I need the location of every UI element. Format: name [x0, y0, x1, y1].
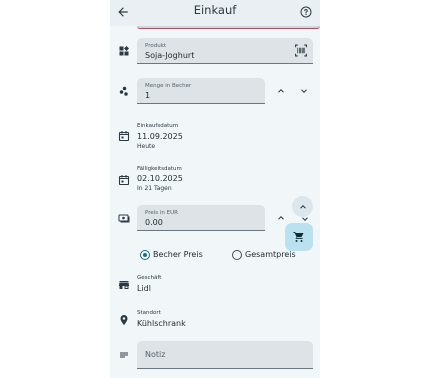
scatter-dots-icon: [119, 86, 128, 96]
shopping-cart-icon: [293, 232, 304, 242]
store-label: Geschäft: [137, 275, 162, 281]
note-field-placeholder: Notiz: [145, 350, 166, 359]
product-field[interactable]: Produkt Soja-Joghurt: [137, 38, 313, 64]
notes-icon: [120, 352, 128, 358]
price-field-label: Preis in EUR: [145, 210, 178, 216]
location-pin-icon: [120, 315, 128, 325]
calendar-icon: [118, 175, 130, 186]
quantity-increase-chevron-up-icon[interactable]: [276, 86, 286, 96]
money-icon: [118, 214, 130, 223]
store-value: Lidl: [137, 284, 151, 293]
radio-total-price[interactable]: [232, 250, 242, 260]
purchase-date-value: 11.09.2025: [137, 132, 183, 141]
note-field[interactable]: Notiz: [137, 341, 313, 369]
app-screen: Einkauf Produkt Soja-Joghurt Menge in Be…: [110, 0, 320, 378]
page-title: Einkauf: [193, 3, 237, 17]
category-icon: [119, 46, 129, 56]
top-app-bar: Einkauf: [110, 0, 320, 26]
product-field-label: Produkt: [145, 43, 167, 49]
due-date-label: Fälligkeitsdatum: [137, 166, 182, 172]
price-field-value: 0.00: [145, 218, 163, 227]
chevron-up-icon: [299, 204, 306, 209]
quantity-field[interactable]: Menge in Becher 1: [137, 78, 265, 104]
location-value: Kühlschrank: [137, 319, 186, 328]
barcode-scan-icon[interactable]: [294, 44, 308, 57]
purchase-date-relative: Heute: [137, 143, 156, 150]
store-icon: [119, 281, 129, 289]
due-date-relative: In 21 Tagen: [137, 185, 172, 192]
price-increase-chevron-up-icon[interactable]: [276, 213, 286, 223]
radio-total-price-label[interactable]: Gesamtpreis: [245, 250, 296, 259]
location-label: Standort: [137, 310, 161, 316]
quantity-field-value: 1: [145, 91, 151, 100]
collapsed-field-edge: [137, 26, 320, 29]
product-field-value: Soja-Joghurt: [145, 51, 195, 60]
due-date-value: 02.10.2025: [137, 174, 183, 183]
scroll-to-top-button[interactable]: [292, 196, 313, 217]
calendar-icon: [118, 131, 130, 142]
quantity-field-label: Menge in Becher: [145, 83, 192, 89]
price-field[interactable]: Preis in EUR 0.00: [137, 205, 265, 231]
radio-unit-price[interactable]: [140, 250, 150, 260]
add-to-cart-button[interactable]: [285, 223, 313, 251]
quantity-decrease-chevron-down-icon[interactable]: [299, 86, 309, 96]
radio-unit-price-label[interactable]: Becher Preis: [153, 250, 203, 259]
purchase-date-label: Einkaufsdatum: [137, 123, 179, 129]
help-icon[interactable]: [300, 6, 312, 18]
